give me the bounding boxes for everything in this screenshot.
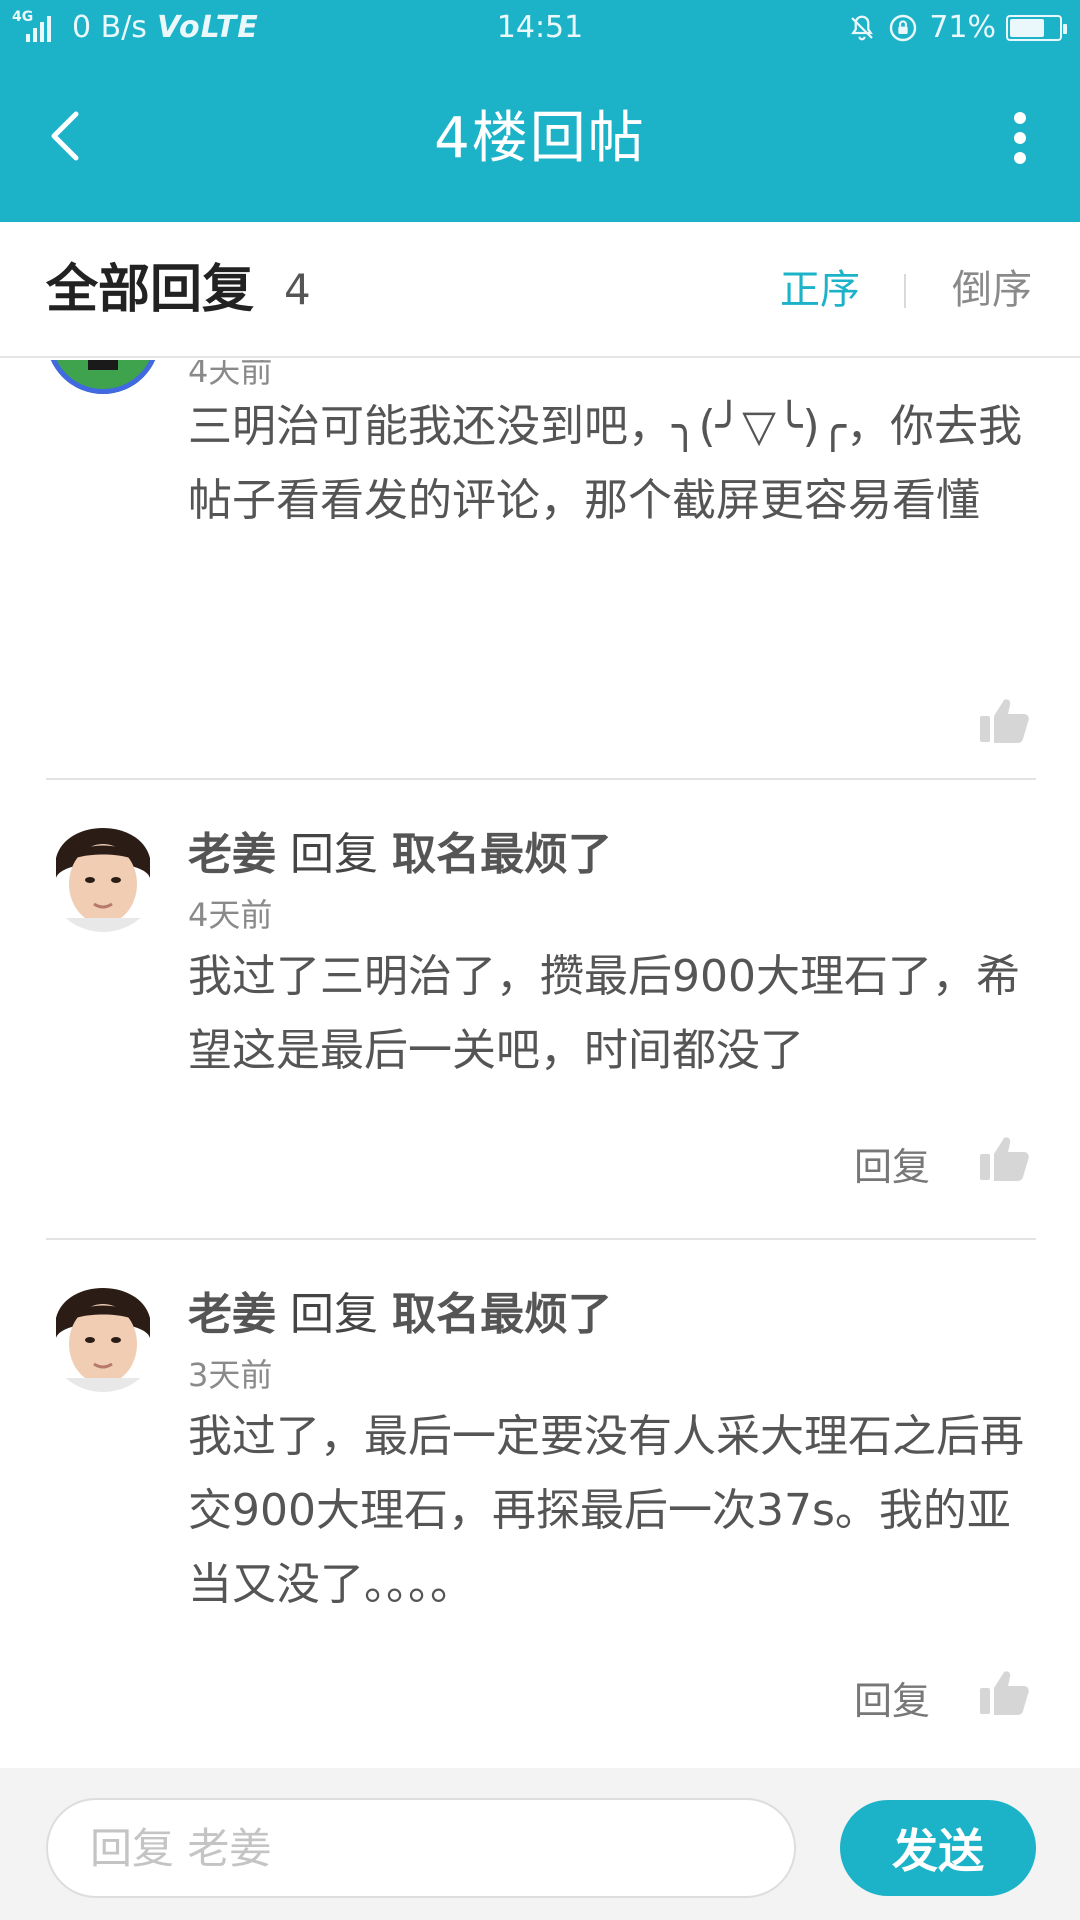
comment-item: 4天前 三明治可能我还没到吧，╮(╯▽╰)╭，你去我帖子看看发的评论，那个截屏更… [0,360,1080,776]
reply-target[interactable]: 取名最烦了 [392,1289,612,1340]
comment-time: 4天前 [188,896,273,934]
replies-count: 4 [284,265,311,314]
like-button[interactable] [978,696,1030,744]
replies-header: 全部回复 4 正序 倒序 [0,222,1080,358]
rotation-lock-icon [890,14,917,42]
avatar[interactable] [46,1278,160,1392]
more-options-button[interactable] [1000,108,1040,168]
battery-icon [1006,15,1067,41]
page-title: 4楼回帖 [434,106,646,171]
sort-ascending-tab[interactable]: 正序 [780,222,860,358]
comment-list[interactable]: 4天前 三明治可能我还没到吧，╮(╯▽╰)╭，你去我帖子看看发的评论，那个截屏更… [0,360,1080,1768]
status-bar: 4G 0 B/s VoLTE 14:51 71% [0,0,1080,56]
reply-input[interactable] [46,1798,796,1898]
avatar[interactable] [46,360,160,394]
like-button[interactable] [978,1134,1030,1182]
battery-fill [1010,19,1044,37]
thumbs-up-icon [980,1671,1029,1715]
mute-bell-icon [851,15,874,41]
comment-item: 老姜 回复 取名最烦了 3天前 我过了，最后一定要没有人采大理石之后再交900大… [0,1240,1080,1768]
comment-time: 4天前 [188,360,273,390]
battery-percent: 71% [929,10,996,45]
thumbs-up-icon [980,699,1029,743]
send-button[interactable]: 发送 [840,1800,1036,1896]
comment-body: 三明治可能我还没到吧，╮(╯▽╰)╭，你去我帖子看看发的评论，那个截屏更容易看懂 [188,401,1023,526]
comment-author[interactable]: 老姜 [188,1289,276,1340]
reply-target[interactable]: 取名最烦了 [392,829,612,880]
reply-input-bar: 发送 [0,1768,1080,1920]
comment-body: 我过了，最后一定要没有人采大理石之后再交900大理石，再探最后一次37s。我的亚… [188,1411,1024,1610]
thumbs-up-icon [980,1137,1029,1181]
more-vertical-icon [1014,112,1026,164]
like-button[interactable] [978,1668,1030,1716]
replies-title: 全部回复 [46,260,255,320]
sort-descending-tab[interactable]: 倒序 [952,222,1032,358]
avatar[interactable] [46,818,160,932]
comment-body: 我过了三明治了，攒最后900大理石了，希望这是最后一关吧，时间都没了 [188,951,1020,1076]
comment-header: 老姜 回复 取名最烦了 [188,818,612,882]
status-right: 71% [847,0,1067,56]
app-bar: 4楼回帖 [0,56,1080,222]
comment-author[interactable]: 老姜 [188,829,276,880]
comment-time: 3天前 [188,1356,273,1394]
reply-button[interactable]: 回复 [854,1136,930,1191]
comment-header: 老姜 回复 取名最烦了 [188,1278,612,1342]
reply-button[interactable]: 回复 [854,1670,930,1725]
sort-divider [904,274,906,308]
reply-word: 回复 [290,829,378,880]
reply-word: 回复 [290,1289,378,1340]
comment-item: 老姜 回复 取名最烦了 4天前 我过了三明治了，攒最后900大理石了，希望这是最… [0,780,1080,1240]
